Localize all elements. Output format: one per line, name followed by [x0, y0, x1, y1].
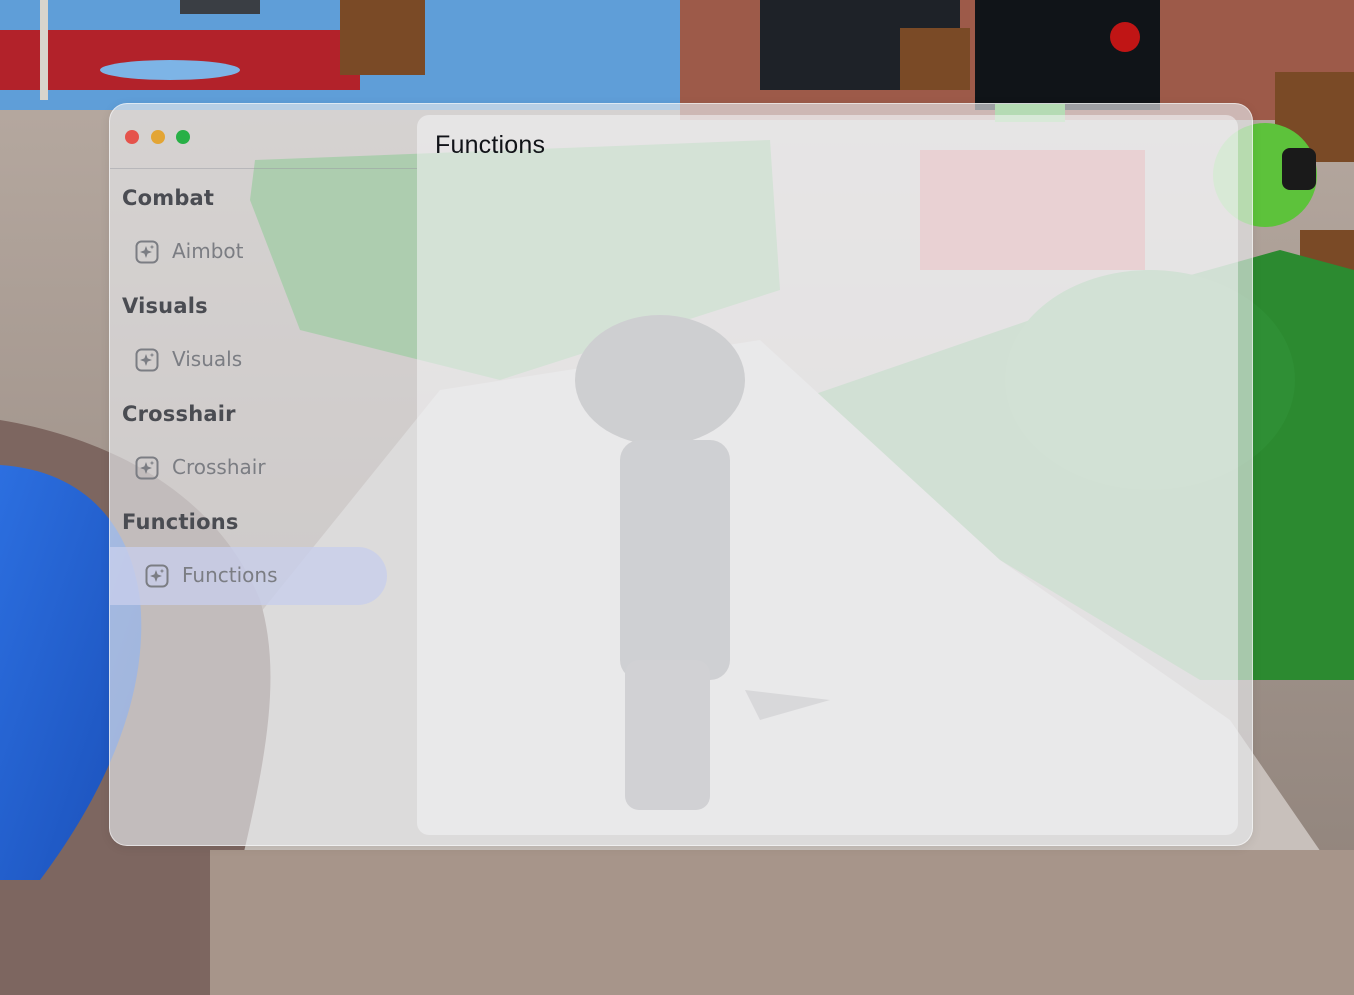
sidebar-item-label: Aimbot [172, 239, 244, 263]
sparkle-square-icon [135, 240, 159, 264]
sparkle-square-icon [135, 348, 159, 372]
sidebar-item-label: Functions [182, 563, 278, 587]
sparkle-square-icon [145, 564, 169, 588]
sparkle-square-icon [135, 456, 159, 480]
sidebar-item-label: Crosshair [172, 455, 266, 479]
page-title: Functions [435, 131, 546, 159]
sidebar-item-crosshair[interactable]: Crosshair [110, 439, 387, 497]
content-panel: Functions [417, 115, 1238, 835]
sidebar-divider [110, 168, 417, 169]
close-window-button[interactable] [125, 130, 139, 144]
sidebar-item-visuals[interactable]: Visuals [110, 331, 387, 389]
section-title-visuals: Visuals [122, 294, 208, 318]
section-title-combat: Combat [122, 186, 215, 210]
maximize-window-button[interactable] [176, 130, 190, 144]
minimize-window-button[interactable] [151, 130, 165, 144]
app-window: Combat Aimbot Visuals Visuals Crosshair [109, 103, 1253, 846]
sidebar-item-functions[interactable]: Functions [110, 547, 387, 605]
section-title-crosshair: Crosshair [122, 402, 236, 426]
sidebar-item-label: Visuals [172, 347, 243, 371]
sidebar-item-aimbot[interactable]: Aimbot [110, 223, 387, 281]
section-title-functions: Functions [122, 510, 239, 534]
